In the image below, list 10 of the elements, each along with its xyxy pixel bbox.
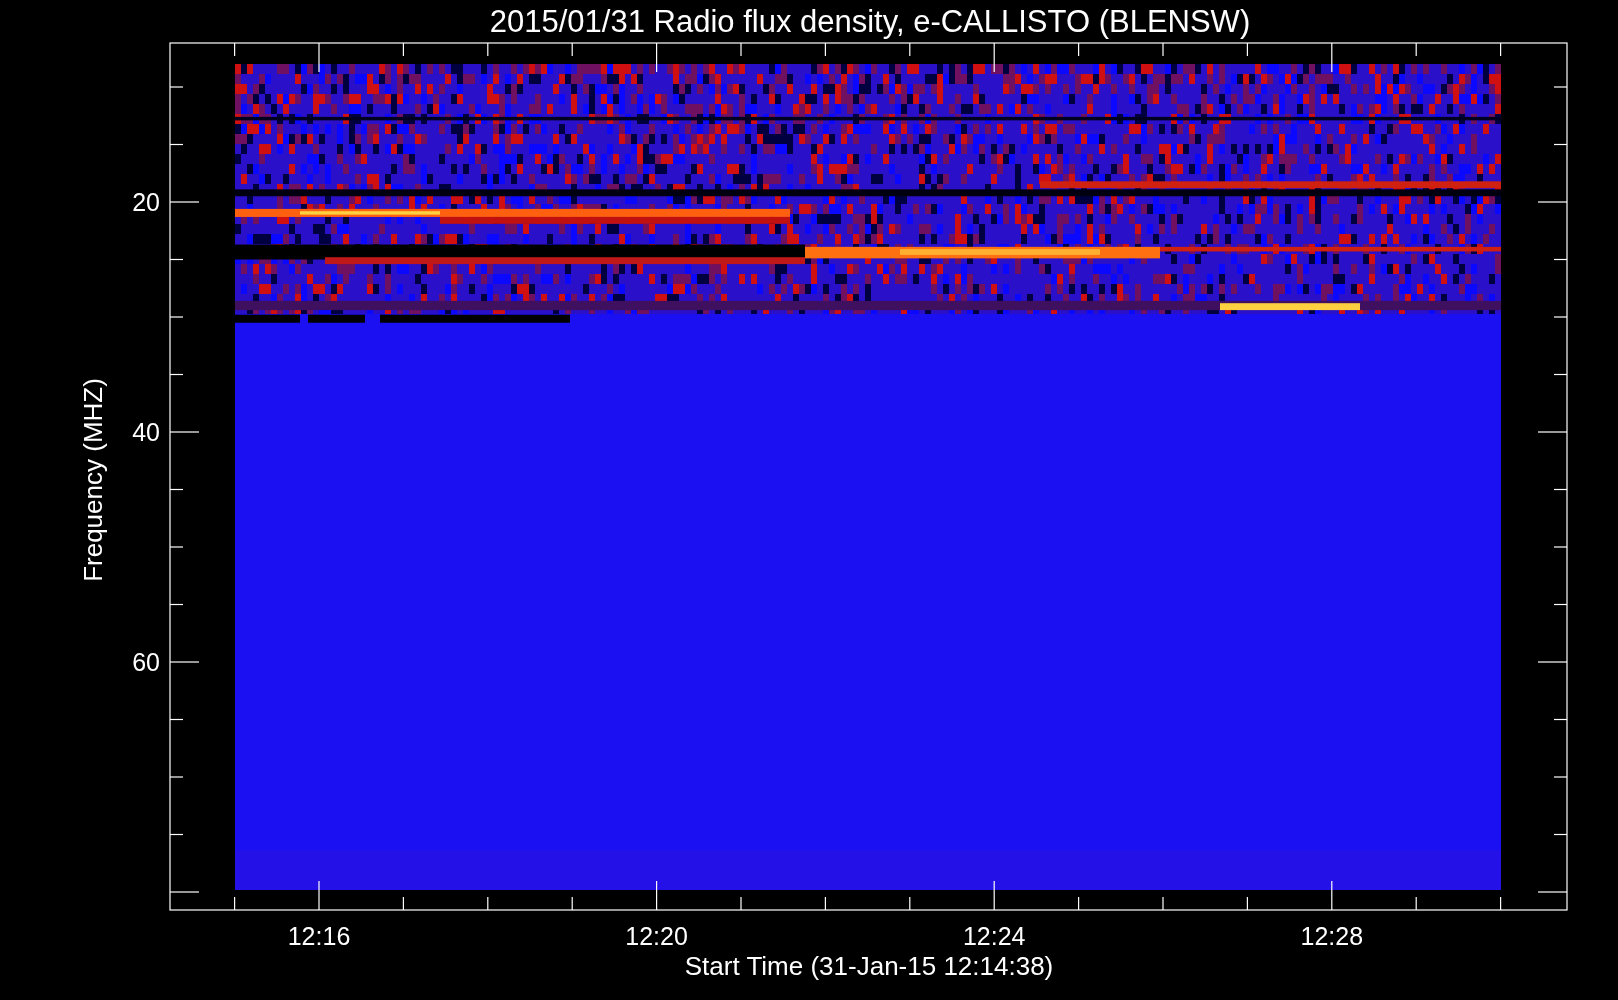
tick-label: 12:16 [287, 922, 351, 950]
tick-label: 40 [132, 418, 160, 446]
axis-title: Start Time (31-Jan-15 12:14:38) [684, 951, 1054, 981]
tick-label: 60 [132, 648, 160, 676]
chart-title: 2015/01/31 Radio flux density, e-CALLISTO (BLENSW) [489, 4, 1251, 39]
tick-label: 20 [132, 188, 160, 216]
axis-title: Frequency (MHZ) [78, 378, 108, 582]
tick-label: 12:24 [962, 922, 1026, 950]
tick-label: 12:20 [625, 922, 688, 950]
tick-label: 12:28 [1300, 922, 1364, 950]
